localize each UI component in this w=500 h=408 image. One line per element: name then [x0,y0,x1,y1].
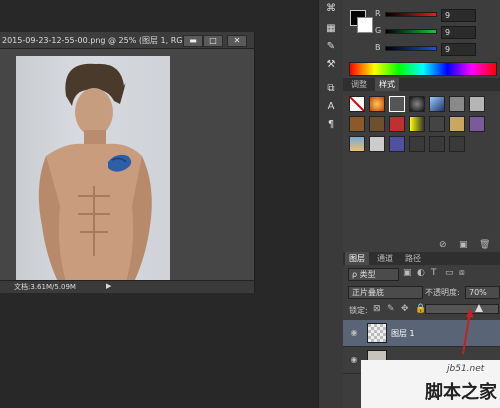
character-icon[interactable]: A [323,100,339,114]
maximize-button[interactable]: □ [203,35,223,47]
document-titlebar[interactable]: 2015-09-23-12-55-00.png @ 25% (图层 1, RGB… [0,32,254,49]
style-red[interactable] [389,116,405,132]
layer-name[interactable]: 图层 1 [391,328,415,339]
background-color-swatch[interactable] [357,17,373,33]
style-empty-1[interactable] [409,136,425,152]
tab-channels[interactable]: 通道 [373,252,397,265]
tab-paths[interactable]: 路径 [401,252,425,265]
style-pattern[interactable] [369,136,385,152]
brush-preset-icon[interactable]: ✎ [323,40,339,54]
styles-grid [349,96,497,152]
channel-b-label: B [375,43,381,52]
photo-image [38,63,152,282]
style-wood[interactable] [349,116,365,132]
style-empty-2[interactable] [429,136,445,152]
channel-b-slider[interactable] [385,46,437,51]
style-blue-glass[interactable] [429,96,445,112]
style-yellow[interactable] [409,116,425,132]
style-sky[interactable] [349,136,365,152]
lock-label: 锁定: [349,306,368,315]
style-frame[interactable] [389,96,405,112]
style-none[interactable] [349,96,365,112]
history-icon[interactable]: ⌘ [323,2,339,16]
channel-b-value[interactable]: 9 [441,43,476,56]
document-statusbar: 文档:3.61M/5.09M ▶ [0,280,254,293]
lock-transparent-icon[interactable]: ⊠ [373,304,381,314]
style-tabs-bar: 调整 样式 [343,78,500,91]
opacity-field[interactable]: 70% [465,286,500,299]
swatches-icon[interactable]: ▦ [323,22,339,36]
status-menu-arrow-icon[interactable]: ▶ [106,282,111,290]
lock-move-icon[interactable]: ✥ [401,304,409,314]
style-bronze[interactable] [369,116,385,132]
opacity-slider-handle[interactable] [475,304,483,312]
filter-type-icon[interactable]: T [431,268,437,278]
visibility-eye-icon[interactable]: ◉ [349,355,359,365]
style-gray[interactable] [449,96,465,112]
style-charcoal[interactable] [429,116,445,132]
watermark: jb51.net 脚本之家 [361,360,500,408]
tab-layers[interactable]: 图层 [345,252,369,265]
document-canvas[interactable] [16,56,170,282]
channel-r-slider[interactable] [385,12,437,17]
layer-row[interactable]: ◉ 图层 1 [343,320,500,347]
filter-pixel-icon[interactable]: ▣ [403,268,412,278]
filter-smart-icon[interactable]: ⧈ [459,268,465,278]
filter-shape-icon[interactable]: ▭ [445,268,454,278]
tab-adjustments[interactable]: 调整 [347,78,371,91]
layer-thumbnail [367,323,387,343]
channel-r-value[interactable]: 9 [441,9,476,22]
filter-adjust-icon[interactable]: ◐ [417,268,425,278]
lock-brush-icon[interactable]: ✎ [387,304,395,314]
style-light-gray[interactable] [469,96,485,112]
watermark-site: jb51.net [447,364,485,374]
style-gold[interactable] [449,116,465,132]
document-title: 2015-09-23-12-55-00.png @ 25% (图层 1, RGB… [2,36,199,45]
channel-g-value[interactable]: 9 [441,26,476,39]
style-empty-3[interactable] [449,136,465,152]
opacity-label: 不透明度: [425,288,460,297]
style-purple[interactable] [469,116,485,132]
channel-g-slider[interactable] [385,29,437,34]
color-spectrum-bar[interactable] [349,62,497,76]
style-orange[interactable] [369,96,385,112]
channel-g-label: G [375,26,382,35]
new-style-icon[interactable]: ▣ [459,240,468,250]
minimize-button[interactable]: ▬ [183,35,203,47]
delete-style-icon[interactable]: 🗑 [479,240,490,250]
channel-r-label: R [375,9,381,18]
visibility-eye-icon[interactable]: ◉ [349,328,359,338]
paragraph-icon[interactable]: ¶ [323,118,339,132]
document-size-info: 文档:3.61M/5.09M [14,283,76,291]
tab-styles[interactable]: 样式 [375,78,399,91]
panel-dock: R 9 G 9 B 9 调整 样式 ⊘ ▣ 🗑 图层 通道 路径 ρ 类型 ▣ … [343,0,500,408]
tool-preset-icon[interactable]: ⚒ [323,58,339,72]
clear-style-icon[interactable]: ⊘ [439,240,447,250]
layers-tabs-bar: 图层 通道 路径 [343,252,500,265]
style-dark[interactable] [409,96,425,112]
layer-filter-dropdown[interactable]: ρ 类型 [348,268,399,281]
watermark-brand: 脚本之家 [425,382,497,403]
style-indigo[interactable] [389,136,405,152]
red-arrow-icon [462,308,473,355]
blend-mode-dropdown[interactable]: 正片叠底 [348,286,423,299]
tool-strip: ⌘ ▦ ✎ ⚒ ⧉ A ¶ [318,0,344,408]
close-button[interactable]: ✕ [227,35,247,47]
document-window: 2015-09-23-12-55-00.png @ 25% (图层 1, RGB… [0,32,255,293]
clone-source-icon[interactable]: ⧉ [323,82,339,96]
